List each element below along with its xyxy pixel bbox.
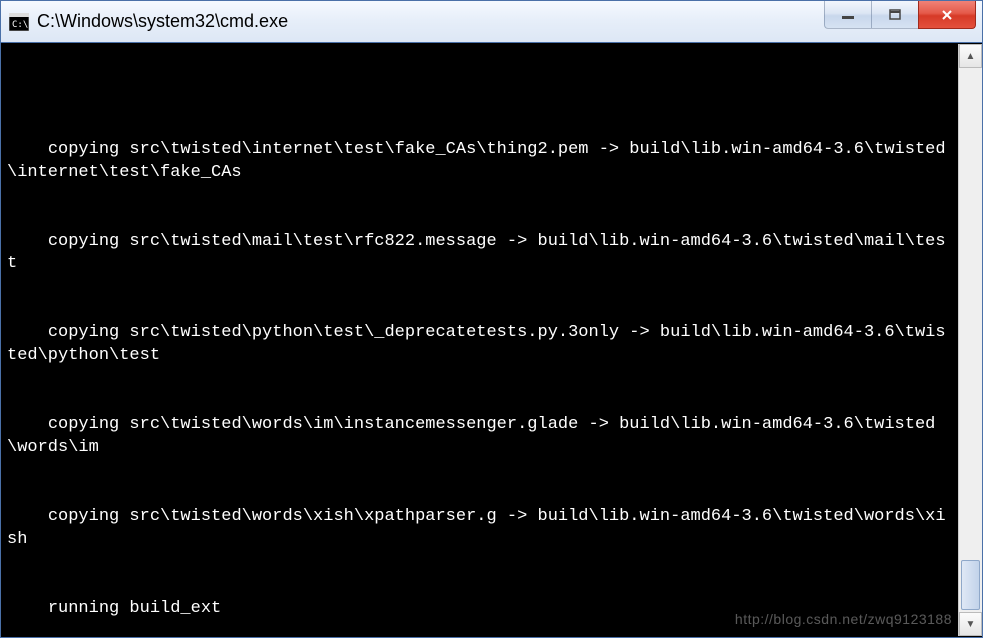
output-line: copying src\twisted\words\im\instancemes…: [7, 414, 954, 460]
svg-text:C:\: C:\: [12, 20, 28, 30]
window-controls: [825, 1, 982, 42]
scroll-track[interactable]: [959, 68, 982, 612]
console-text: copying src\twisted\internet\test\fake_C…: [7, 93, 980, 637]
titlebar[interactable]: C:\ C:\Windows\system32\cmd.exe: [1, 1, 982, 43]
scroll-down-button[interactable]: ▼: [959, 612, 982, 636]
output-line: copying src\twisted\internet\test\fake_C…: [7, 139, 954, 185]
minimize-button[interactable]: [824, 1, 872, 29]
output-line: copying src\twisted\words\xish\xpathpars…: [7, 506, 954, 552]
output-line: copying src\twisted\mail\test\rfc822.mes…: [7, 231, 954, 277]
cmd-icon: C:\: [9, 13, 29, 31]
scroll-thumb[interactable]: [961, 560, 980, 610]
window-title: C:\Windows\system32\cmd.exe: [37, 11, 825, 32]
cmd-window: C:\ C:\Windows\system32\cmd.exe copying …: [0, 0, 983, 638]
scroll-up-button[interactable]: ▲: [959, 44, 982, 68]
output-line: copying src\twisted\python\test\_depreca…: [7, 322, 954, 368]
scrollbar[interactable]: ▲ ▼: [958, 44, 982, 636]
maximize-button[interactable]: [871, 1, 919, 29]
close-button[interactable]: [918, 1, 976, 29]
output-line: running build_ext: [7, 598, 954, 621]
console-output[interactable]: copying src\twisted\internet\test\fake_C…: [1, 43, 982, 637]
